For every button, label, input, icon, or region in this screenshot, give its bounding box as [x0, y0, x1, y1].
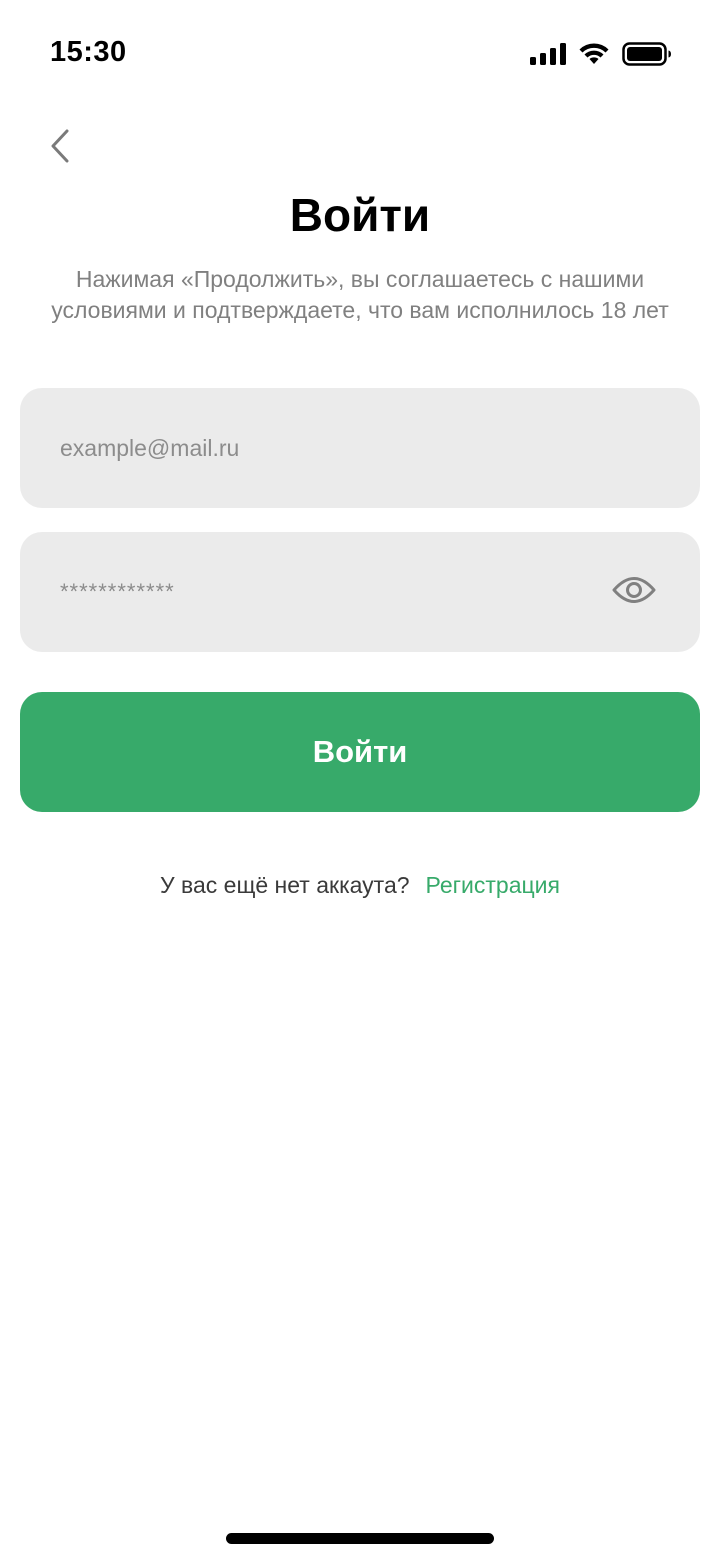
terms-text-line-1: Нажимая «Продолжить», вы соглашаетесь с … — [75, 266, 645, 292]
chevron-left-icon — [49, 129, 71, 168]
status-icons — [530, 42, 672, 66]
eye-icon — [612, 575, 656, 610]
cellular-signal-icon — [530, 43, 566, 65]
email-placeholder: example@mail.ru — [60, 434, 240, 461]
terms-text: Нажимая «Продолжить», вы соглашаетесь с … — [30, 264, 690, 326]
login-button[interactable]: Войти — [20, 692, 700, 812]
show-password-toggle[interactable] — [610, 568, 658, 616]
terms-text-line-2: условиями и подтверждаете, что вам испол… — [51, 297, 669, 323]
status-bar: 15:30 — [0, 0, 720, 110]
register-prompt: У вас ещё нет аккаута? Регистрация — [0, 872, 720, 899]
battery-icon — [622, 42, 672, 66]
status-time: 15:30 — [50, 36, 127, 68]
password-placeholder: ************ — [60, 579, 175, 604]
email-field[interactable]: example@mail.ru — [20, 388, 700, 508]
register-link[interactable]: Регистрация — [426, 872, 560, 899]
login-screen: 15:30 Войти Нажимая «Продолжить», вы сог… — [0, 0, 720, 1560]
home-indicator[interactable] — [226, 1533, 494, 1544]
wifi-icon — [578, 42, 610, 66]
page-title: Войти — [289, 189, 431, 241]
register-question: У вас ещё нет аккаута? — [160, 872, 410, 898]
password-field[interactable]: ************ — [20, 532, 700, 652]
back-button[interactable] — [36, 124, 84, 172]
